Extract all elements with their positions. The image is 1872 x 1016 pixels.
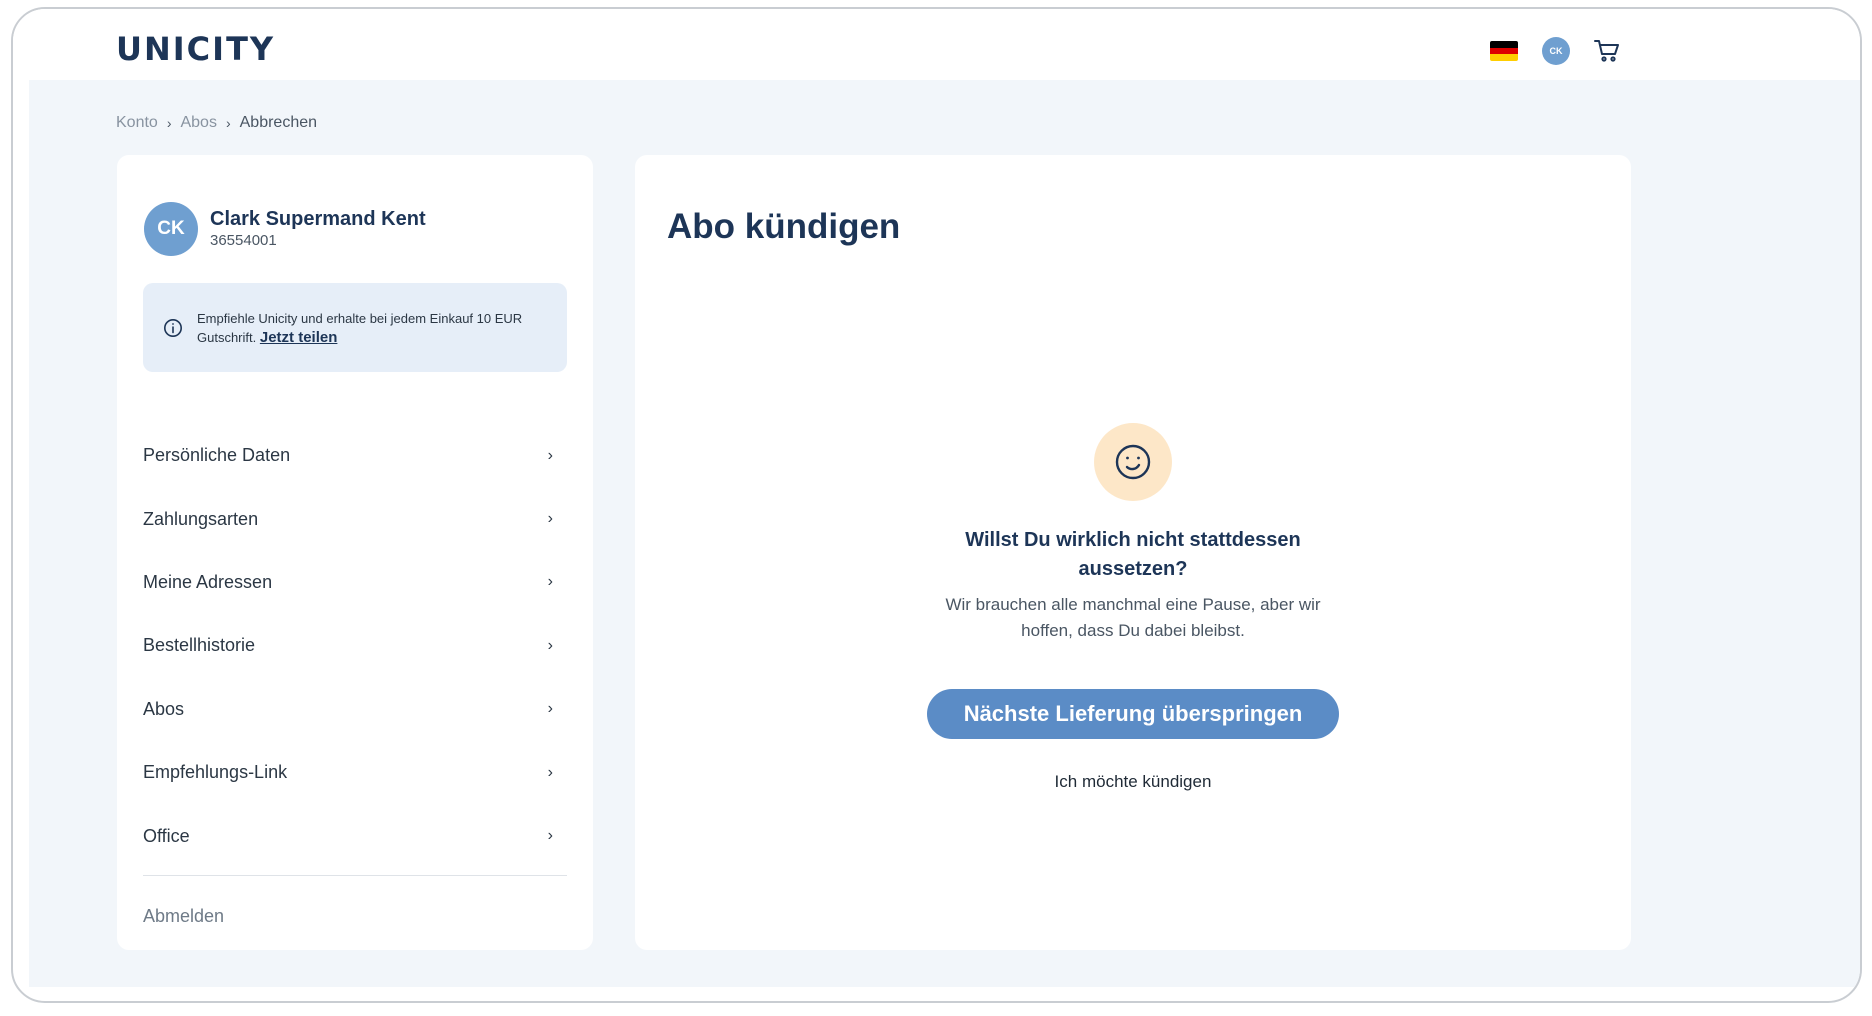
user-id: 36554001	[210, 232, 277, 249]
sidebar-item-label: Persönliche Daten	[143, 445, 291, 466]
share-now-link[interactable]: Jetzt teilen	[260, 329, 338, 346]
header-actions: CK	[1490, 33, 1622, 69]
sidebar-item-meine-adressen[interactable]: Meine Adressen ›	[143, 551, 567, 614]
sidebar-divider	[143, 875, 567, 876]
sidebar-item-office[interactable]: Office ›	[143, 804, 567, 867]
cancel-subscription-link[interactable]: Ich möchte kündigen	[1055, 772, 1212, 792]
chevron-right-icon: ›	[547, 510, 553, 528]
breadcrumb-abbrechen: Abbrechen	[239, 114, 318, 131]
sidebar-item-label: Office	[143, 825, 190, 846]
sidebar-item-label: Empfehlungs-Link	[143, 762, 288, 783]
breadcrumb-abos[interactable]: Abos	[180, 114, 216, 132]
sidebar-item-label: Bestellhistorie	[143, 635, 256, 656]
breadcrumb: Konto › Abos › Abbrechen	[116, 114, 317, 132]
avatar: CK	[144, 202, 198, 256]
chevron-right-icon: ›	[547, 827, 553, 845]
account-menu: Persönliche Daten › Zahlungsarten › Mein…	[143, 424, 567, 868]
logout-link[interactable]: Abmelden	[143, 906, 224, 927]
user-name: Clark Supermand Kent	[210, 208, 426, 230]
account-sidebar: CK Clark Supermand Kent 36554001 Empfieh…	[117, 155, 593, 950]
unicity-logo[interactable]: UNICITY	[116, 33, 273, 65]
breadcrumb-separator: ›	[166, 115, 172, 131]
retention-prompt: Willst Du wirklich nicht stattdessen aus…	[635, 423, 1631, 792]
sidebar-item-zahlungsarten[interactable]: Zahlungsarten ›	[143, 487, 567, 550]
sidebar-item-label: Abos	[143, 698, 185, 719]
chevron-right-icon: ›	[547, 446, 553, 464]
breadcrumb-separator: ›	[225, 115, 231, 131]
sidebar-item-empfehlungs-link[interactable]: Empfehlungs-Link ›	[143, 741, 567, 804]
logo-text: UNICITY	[116, 30, 276, 68]
user-profile: CK Clark Supermand Kent 36554001	[144, 202, 426, 256]
chevron-right-icon: ›	[547, 636, 553, 654]
shopping-cart-icon[interactable]	[1592, 37, 1622, 65]
cancel-subscription-panel: Abo kündigen Willst Du wirklich nicht st…	[635, 155, 1631, 950]
top-header: UNICITY CK	[13, 9, 1860, 80]
germany-flag-icon[interactable]	[1490, 41, 1518, 61]
referral-text: Empfiehle Unicity und erhalte bei jedem …	[197, 309, 562, 347]
sidebar-item-bestellhistorie[interactable]: Bestellhistorie ›	[143, 614, 567, 677]
sidebar-item-persoenliche-daten[interactable]: Persönliche Daten ›	[143, 424, 567, 487]
user-info: Clark Supermand Kent 36554001	[210, 207, 426, 251]
breadcrumb-konto[interactable]: Konto	[116, 114, 158, 132]
sidebar-item-abos[interactable]: Abos ›	[143, 678, 567, 741]
sidebar-item-label: Zahlungsarten	[143, 508, 259, 529]
info-icon	[164, 318, 182, 337]
chevron-right-icon: ›	[547, 573, 553, 591]
chevron-right-icon: ›	[547, 763, 553, 781]
referral-message: Empfiehle Unicity und erhalte bei jedem …	[197, 310, 523, 345]
page-title: Abo kündigen	[667, 207, 901, 246]
chevron-right-icon: ›	[547, 700, 553, 718]
retention-subtext: Wir brauchen alle manchmal eine Pause, a…	[945, 595, 1321, 640]
retention-question: Willst Du wirklich nicht stattdessen aus…	[965, 529, 1301, 580]
header-avatar[interactable]: CK	[1542, 37, 1570, 65]
referral-info-box: Empfiehle Unicity und erhalte bei jedem …	[143, 283, 567, 372]
browser-frame: UNICITY CK Konto › Abos › Abbrechen CK C…	[11, 7, 1862, 1003]
sidebar-item-label: Meine Adressen	[143, 571, 273, 592]
wink-face-icon	[1094, 423, 1172, 501]
skip-next-delivery-button[interactable]: Nächste Lieferung überspringen	[927, 689, 1339, 739]
